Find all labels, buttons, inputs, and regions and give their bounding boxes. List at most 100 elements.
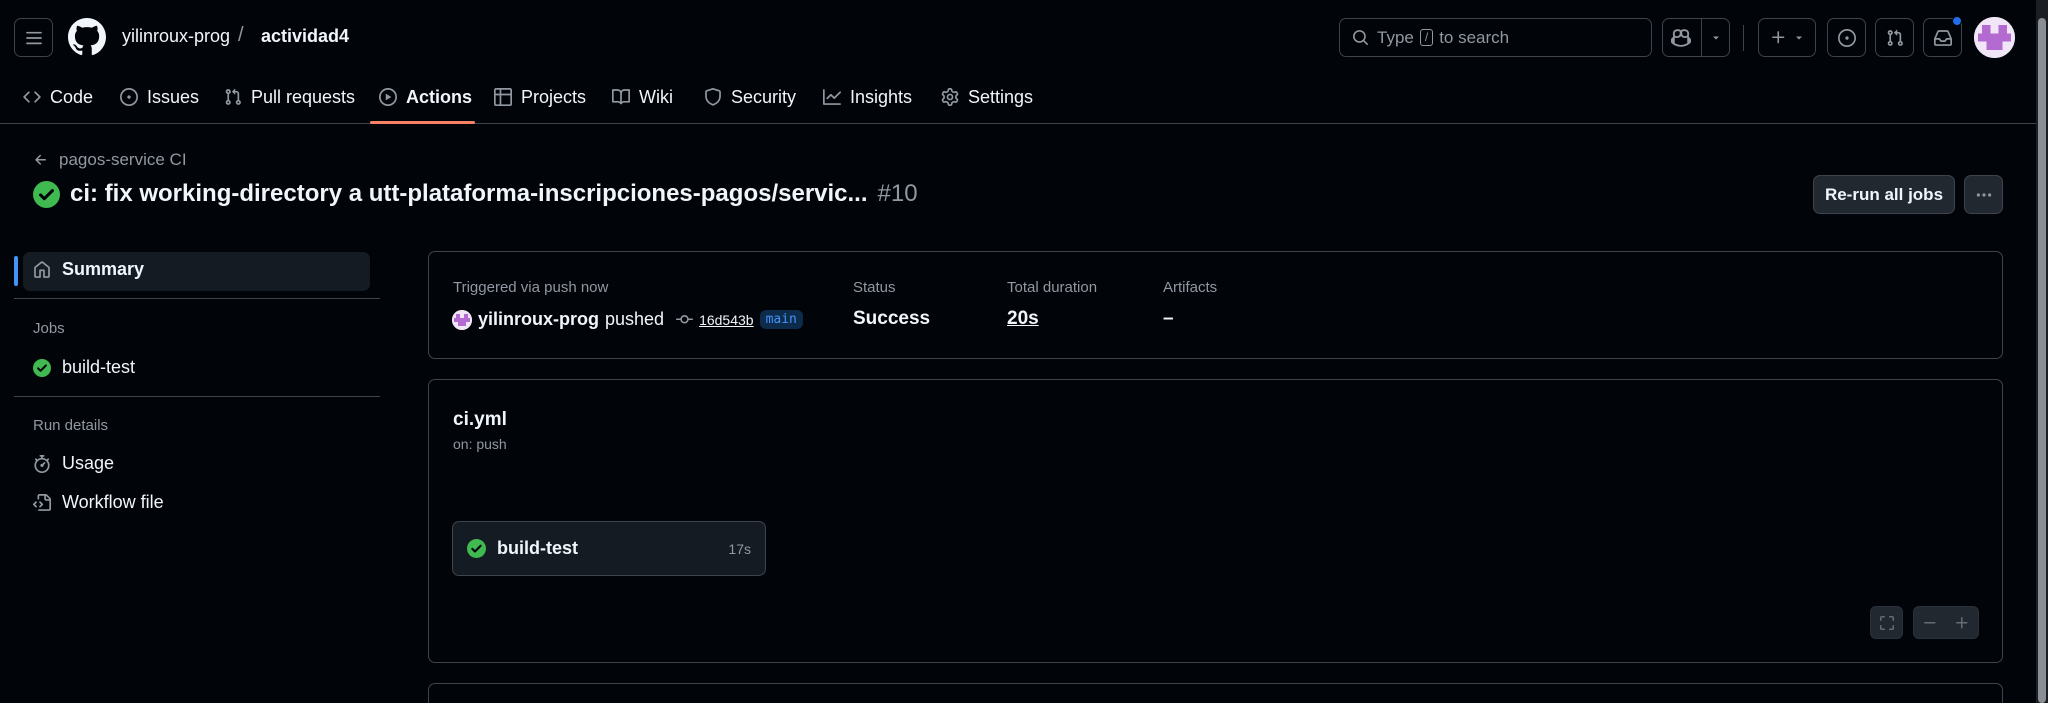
user-avatar[interactable] [1974,17,2015,58]
notification-dot [1952,16,1962,26]
sidebar-divider [14,396,380,397]
graph-icon [823,89,841,105]
pull-requests-shortcut-button[interactable] [1875,18,1914,57]
home-icon [34,260,50,278]
play-icon [379,88,397,106]
tab-actions[interactable]: Actions [379,84,472,110]
plus-icon [1771,31,1784,44]
duration-label: Total duration [1007,279,1098,296]
check-circle-icon [33,180,60,208]
create-new-button[interactable] [1758,18,1816,57]
tab-insights[interactable]: Insights [823,84,912,110]
run-title-text: ci: fix working-directory a utt-platafor… [70,180,868,207]
file-code-icon [33,493,51,511]
plus-icon [1956,616,1968,628]
search-input[interactable]: Type / to search [1339,18,1652,57]
zoom-controls [1913,606,1979,639]
gear-icon [941,88,959,106]
tab-settings[interactable]: Settings [941,84,1033,110]
copilot-button[interactable] [1662,18,1730,57]
sidebar-item-build-test[interactable]: build-test [33,357,135,378]
sidebar-item-workflow-file[interactable]: Workflow file [33,492,164,513]
trigger-label: Triggered via push now [453,279,609,296]
tab-security[interactable]: Security [704,84,796,110]
search-icon [1353,30,1368,45]
stopwatch-icon [34,454,50,473]
scrollbar-thumb[interactable] [2038,18,2046,703]
run-number: #10 [877,180,918,207]
run-summary-card [428,251,2003,359]
sidebar-jobs-heading: Jobs [33,320,65,337]
header-divider [1743,25,1744,51]
trigger-detail: yilinroux-prog pushed 16d543b main [452,309,803,330]
tab-settings-label: Settings [968,86,1034,107]
active-tab-indicator [370,121,475,124]
tab-insights-label: Insights [850,86,913,107]
shield-icon [705,88,721,106]
copilot-icon [1670,28,1691,47]
tab-issues-label: Issues [147,86,200,107]
tab-projects[interactable]: Projects [494,84,586,110]
hamburger-menu-button[interactable] [14,18,53,57]
issue-icon [1837,28,1856,47]
back-link-label: pagos-service CI [59,150,187,169]
more-options-button[interactable] [1964,175,2003,214]
page-scrollbar[interactable] [2036,0,2048,703]
tab-pull-requests[interactable]: Pull requests [224,84,355,110]
status-value: Success [853,308,931,329]
inbox-icon [1933,29,1952,46]
pull-request-icon [225,88,241,105]
dash-icon [1924,621,1936,623]
sidebar-divider [14,298,380,299]
sidebar-item-summary[interactable]: Summary [33,259,144,280]
rerun-all-jobs-button[interactable]: Re-run all jobs [1813,175,1955,214]
back-to-workflow-link[interactable]: pagos-service CI [33,150,187,170]
tab-security-label: Security [731,86,797,107]
actor-link[interactable]: yilinroux-prog [478,309,599,330]
job-node-build-test[interactable]: build-test 17s [452,521,766,576]
commit-sha-link[interactable]: 16d543b [699,312,754,328]
search-placeholder-prefix: Type [1377,27,1414,47]
screen-full-icon [1879,615,1894,630]
search-placeholder-suffix: to search [1439,27,1510,47]
sidebar-workflow-file-label: Workflow file [62,492,164,512]
job-node-name: build-test [497,538,578,558]
sidebar-summary-label: Summary [62,259,145,279]
tab-code[interactable]: Code [23,84,93,110]
sidebar-item-usage[interactable]: Usage [33,453,114,474]
zoom-in-button[interactable] [1954,615,1970,631]
tab-projects-label: Projects [521,86,587,107]
trigger-action: pushed [605,309,665,329]
zoom-out-button[interactable] [1922,615,1938,631]
branch-label[interactable]: main [759,310,803,329]
menu-icon [25,31,42,44]
arrow-left-icon [35,154,46,165]
run-title: ci: fix working-directory a utt-platafor… [33,180,918,208]
repo-owner-link[interactable]: yilinroux-prog [122,26,230,47]
job-node-duration: 17s [728,540,751,557]
duration-value[interactable]: 20s [1007,308,1039,330]
fullscreen-button[interactable] [1870,606,1903,639]
tab-pull-requests-label: Pull requests [251,86,356,107]
tab-actions-label: Actions [406,86,473,107]
tab-wiki[interactable]: Wiki [612,84,673,110]
github-logo-icon[interactable] [68,18,106,56]
search-shortcut-key: / [1419,29,1434,46]
workflow-file-name: ci.yml [453,409,507,430]
sidebar-usage-label: Usage [62,453,115,473]
book-icon [612,89,630,105]
sidebar-run-details-heading: Run details [33,417,109,434]
artifacts-label: Artifacts [1163,279,1218,296]
chevron-down-icon [1795,36,1802,39]
check-circle-icon [467,539,486,558]
actor-avatar[interactable] [452,309,472,330]
breadcrumb-separator: / [238,24,244,46]
repo-name-link[interactable]: actividad4 [261,26,349,47]
kebab-horizontal-icon [1976,192,1991,197]
artifacts-value: – [1163,308,1174,329]
tab-issues[interactable]: Issues [120,84,199,110]
code-icon [23,91,41,103]
issues-shortcut-button[interactable] [1827,18,1866,57]
tab-code-label: Code [50,86,94,107]
workflow-trigger: on: push [453,436,507,452]
